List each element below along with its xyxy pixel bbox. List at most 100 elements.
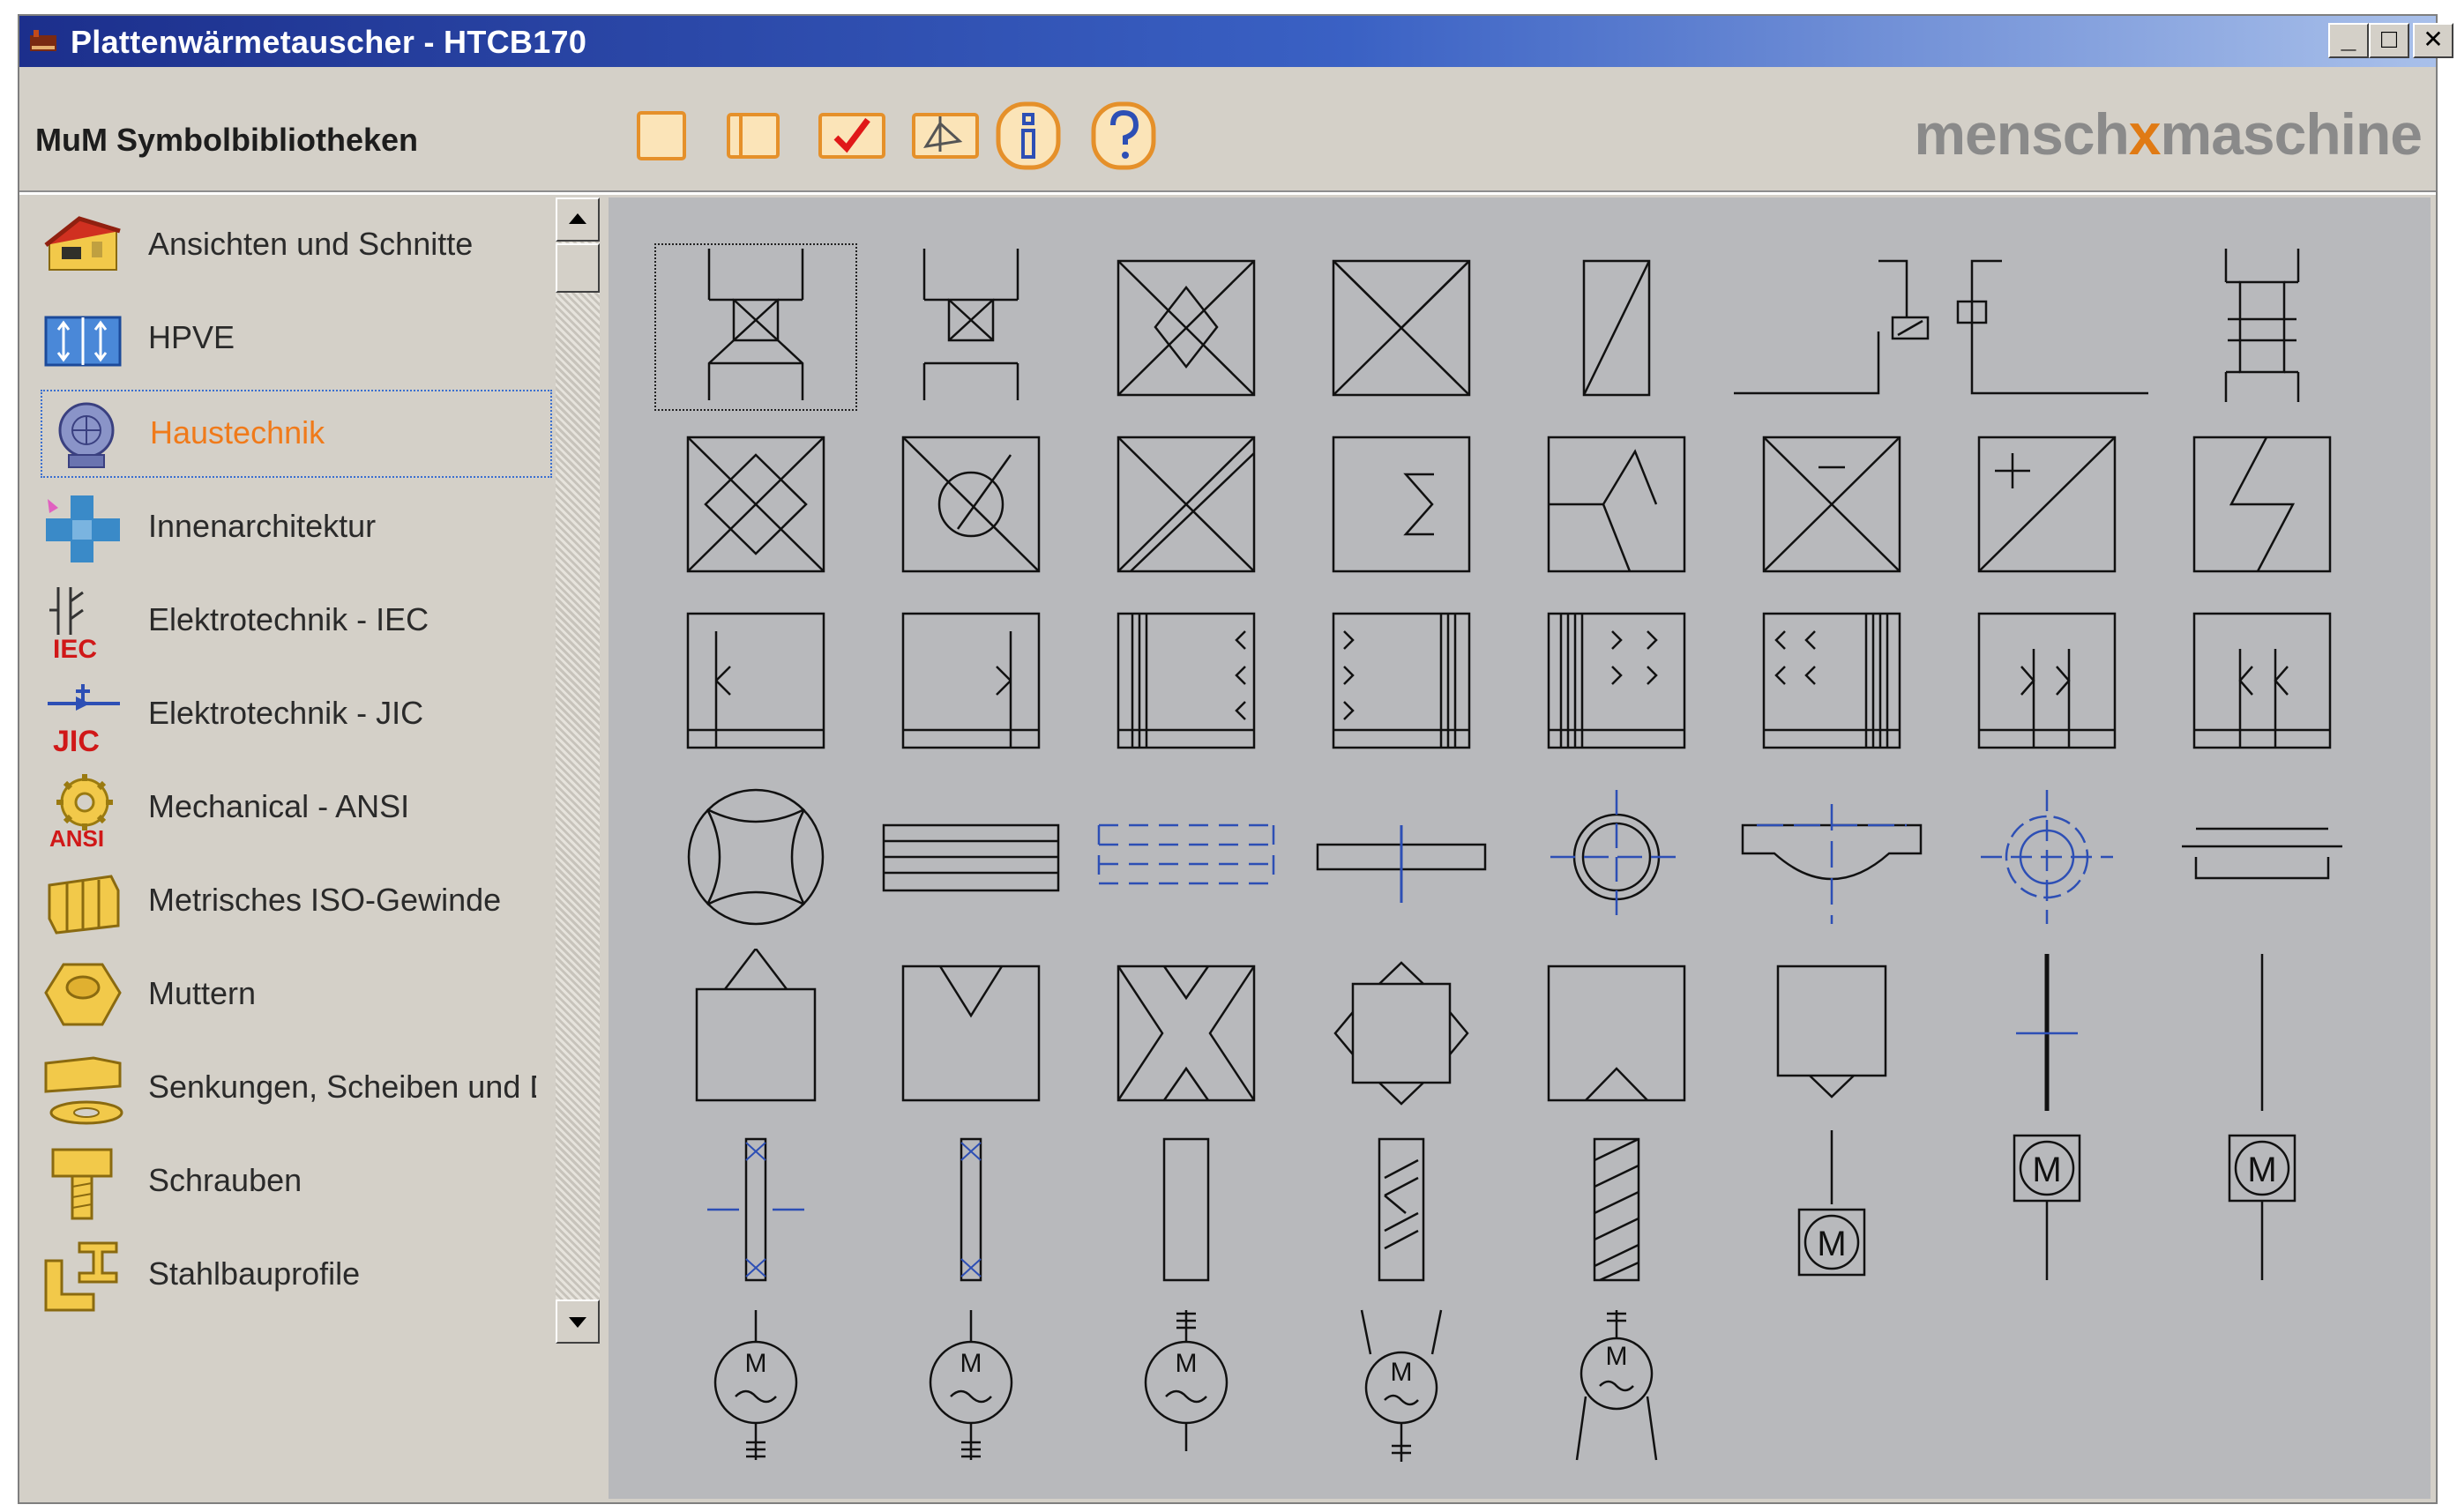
symbol-tile[interactable] [1945, 596, 2148, 763]
symbol-tile[interactable] [1300, 243, 1503, 411]
symbol-tile[interactable] [1730, 772, 1933, 940]
symbol-tile[interactable] [870, 420, 1072, 587]
symbol-tile[interactable] [654, 949, 857, 1116]
symbol-tile[interactable]: M [1945, 1125, 2148, 1292]
symbol-graphic [1116, 436, 1256, 573]
symbol-tile[interactable] [1730, 243, 1933, 411]
symbol-tile[interactable] [1730, 949, 1933, 1116]
symbol-tile[interactable] [1515, 1125, 1718, 1292]
sidebar-item-stahlbauprofile[interactable]: Stahlbauprofile [41, 1233, 552, 1321]
sidebar-item-schrauben[interactable]: Schrauben [41, 1139, 552, 1227]
checkmark-icon[interactable] [817, 108, 887, 164]
symbol-tile[interactable] [1945, 420, 2148, 587]
sidebar-item-muttern[interactable]: Muttern [41, 952, 552, 1040]
symbol-tile[interactable] [654, 1125, 857, 1292]
symbol-graphic [1378, 1137, 1425, 1282]
symbol-tile[interactable] [1300, 1125, 1503, 1292]
scroll-down-button[interactable] [556, 1300, 600, 1344]
symbol-graphic [1582, 259, 1651, 397]
hpve-icon [44, 316, 122, 367]
symbol-tile[interactable]: M [654, 1301, 857, 1469]
info-icon[interactable] [993, 101, 1064, 171]
sidebar-item-innenarchitektur[interactable]: Innenarchitektur [41, 485, 552, 573]
gear-icon: ANSI [49, 774, 113, 848]
symbol-tile[interactable] [1300, 596, 1503, 763]
symbol-graphic [1776, 965, 1887, 1099]
symbol-tile[interactable] [1945, 772, 2148, 940]
symbol-tile[interactable] [1085, 1125, 1288, 1292]
symbol-tile[interactable]: M [1730, 1125, 1933, 1292]
minimize-button[interactable]: _ [2328, 23, 2369, 58]
sidebar-scrollbar[interactable] [556, 197, 600, 1344]
sidebar-item-iec[interactable]: IEC Elektrotechnik - IEC [41, 578, 552, 667]
symbol-tile[interactable] [870, 949, 1072, 1116]
symbol-graphic [1762, 436, 1901, 573]
symbol-tile[interactable]: M [870, 1301, 1072, 1469]
arrow-up-icon [569, 213, 586, 224]
title-bar[interactable]: Plattenwärmetauscher - HTCB170 _ □ ✕ [19, 16, 2453, 67]
sidebar-item-haustechnik[interactable]: Haustechnik [41, 390, 552, 478]
sidebar-item-senkungen[interactable]: Senkungen, Scheiben und Du [41, 1046, 552, 1134]
sidebar-item-jic[interactable]: JIC Elektrotechnik - JIC [41, 672, 552, 760]
symbol-graphic [707, 1137, 804, 1282]
symbol-tile[interactable] [2161, 949, 2364, 1116]
symbol-tile[interactable] [1085, 949, 1288, 1116]
symbol-tile[interactable] [870, 243, 1072, 411]
screw-icon [51, 1148, 113, 1220]
symbol-tile[interactable] [2161, 243, 2364, 411]
app-icon [30, 30, 56, 51]
symbol-tile[interactable] [654, 772, 857, 940]
sidebar-item-ansichten[interactable]: Ansichten und Schnitte [41, 203, 552, 291]
symbol-tile[interactable] [870, 772, 1072, 940]
sidebar-item-label: Muttern [148, 975, 257, 1011]
symbol-tile[interactable] [1515, 596, 1718, 763]
symbol-tile[interactable] [654, 420, 857, 587]
symbol-tile[interactable] [654, 596, 857, 763]
sidebar-item-hpve[interactable]: HPVE [41, 296, 552, 384]
symbol-tile[interactable] [1730, 420, 1933, 587]
symbol-tile[interactable] [1945, 243, 2148, 411]
symbol-tile[interactable] [870, 1125, 1072, 1292]
symbol-tile[interactable] [1730, 596, 1933, 763]
jic-badge: JIC [53, 725, 100, 755]
symbol-tile[interactable] [1300, 949, 1503, 1116]
symbol-tile[interactable] [2161, 772, 2364, 940]
symbol-tile[interactable]: M [1515, 1301, 1718, 1469]
close-button[interactable]: ✕ [2413, 23, 2453, 58]
toolbar: MuM Symbolbibliotheken menschxmaschine [19, 67, 2436, 190]
symbol-tile[interactable] [2161, 596, 2364, 763]
scroll-thumb[interactable] [556, 243, 600, 293]
symbol-graphic [2016, 954, 2078, 1111]
symbol-tile[interactable]: M [2161, 1125, 2364, 1292]
symbol-tile[interactable] [1085, 420, 1288, 587]
symbol-tile[interactable]: M [1085, 1301, 1288, 1469]
symbol-tile[interactable] [1515, 420, 1718, 587]
symbol-tile[interactable] [1300, 772, 1503, 940]
symbol-tile[interactable] [1085, 596, 1288, 763]
symbol-tile[interactable] [1945, 949, 2148, 1116]
symbol-graphic: M [929, 1310, 1013, 1460]
symbol-tile[interactable] [1515, 243, 1718, 411]
symbol-graphic [1316, 825, 1487, 903]
symbol-tile[interactable]: M [1300, 1301, 1503, 1469]
washer-icon [44, 1056, 123, 1125]
symbol-tile[interactable] [1085, 772, 1288, 940]
sidebar-item-iso-gewinde[interactable]: Metrisches ISO-Gewinde [41, 859, 552, 947]
open-book-icon[interactable] [725, 108, 781, 164]
symbol-tile[interactable] [654, 243, 857, 411]
insert-icon[interactable] [910, 108, 981, 164]
symbol-tile[interactable] [1300, 420, 1503, 587]
new-page-icon[interactable] [633, 108, 690, 164]
steel-profile-icon [44, 1241, 118, 1312]
help-icon[interactable] [1088, 101, 1159, 171]
symbol-tile[interactable] [1085, 243, 1288, 411]
maximize-button[interactable]: □ [2369, 23, 2409, 58]
symbol-graphic: M [2228, 1134, 2296, 1280]
symbol-tile[interactable] [1515, 772, 1718, 940]
symbol-tile[interactable] [870, 596, 1072, 763]
symbol-tile[interactable] [2161, 420, 2364, 587]
symbol-tile[interactable] [1515, 949, 1718, 1116]
scroll-up-button[interactable] [556, 197, 600, 242]
sidebar-item-ansi[interactable]: ANSI Mechanical - ANSI [41, 765, 552, 853]
symbol-graphic [901, 436, 1041, 573]
